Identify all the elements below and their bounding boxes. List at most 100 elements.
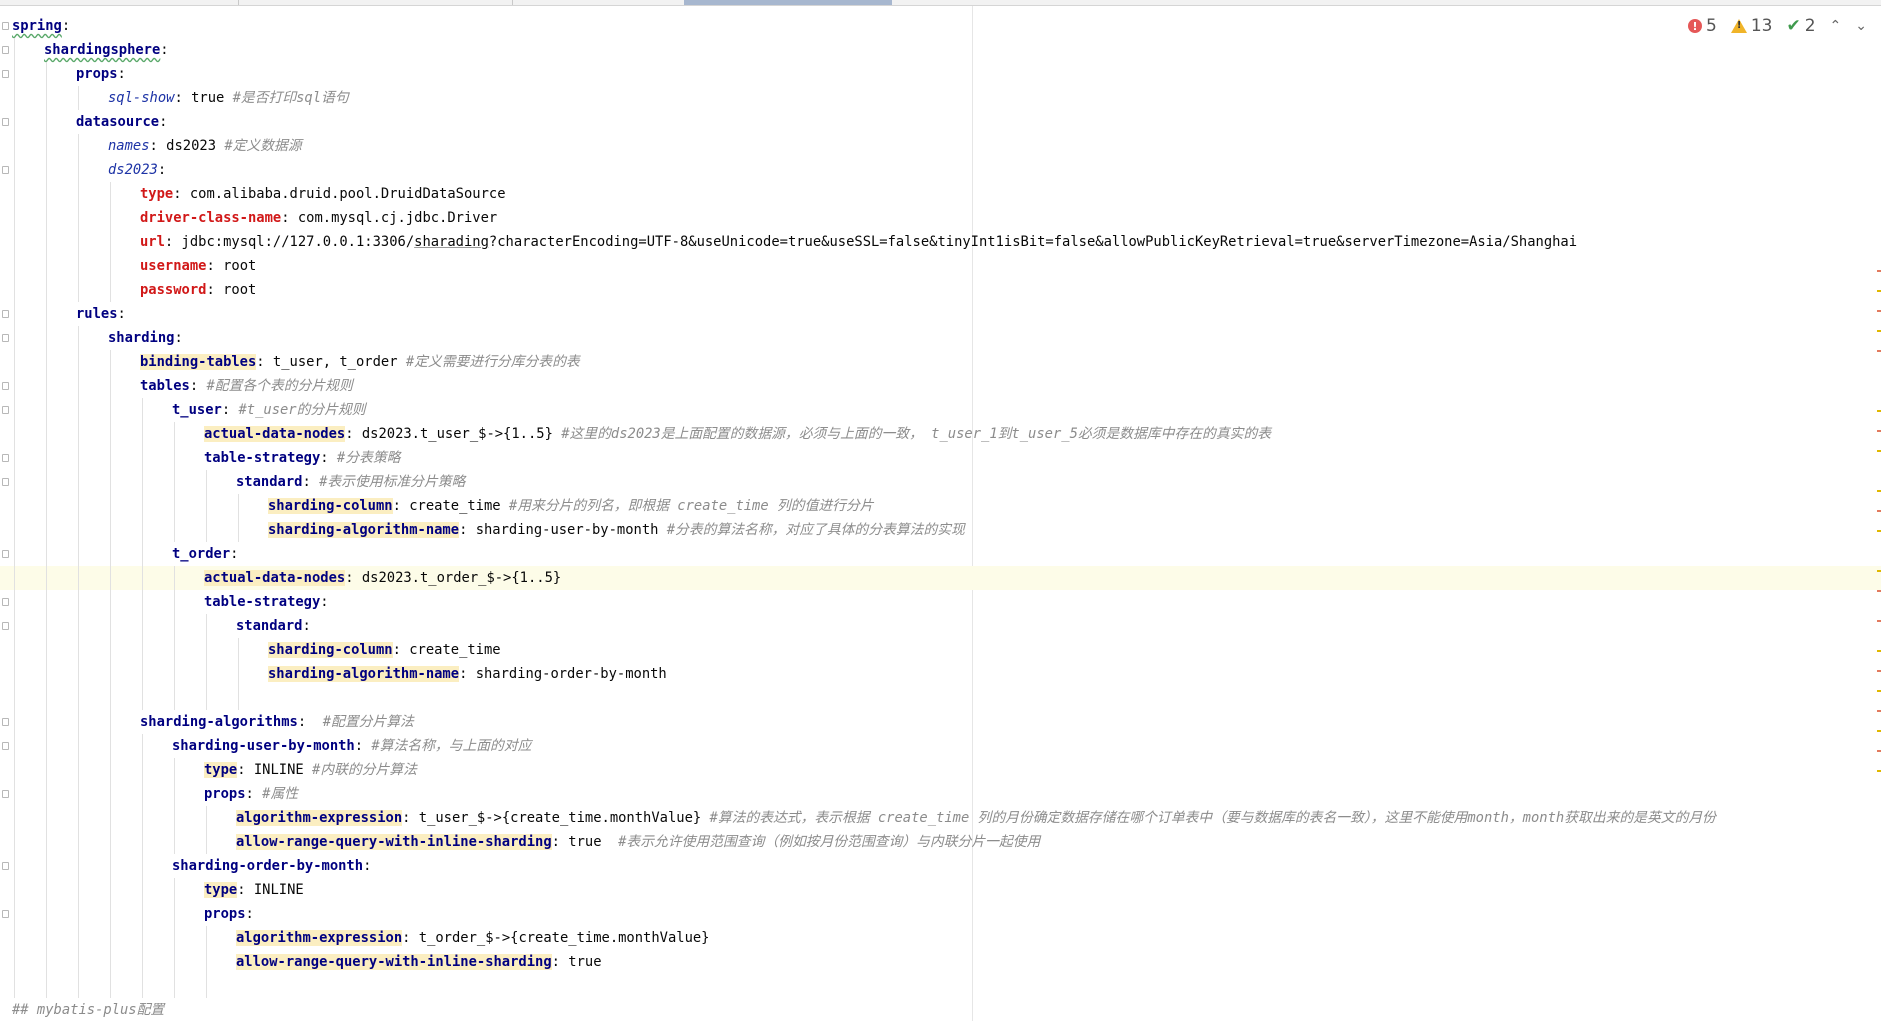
yaml-comment: #t_user的分片规则 [238,402,366,418]
yaml-punctuation: : [173,186,190,202]
code-line[interactable] [0,686,1881,710]
code-line[interactable]: sharding-user-by-month: #算法名称，与上面的对应 [0,734,1881,758]
code-line-text: type: INLINE #内联的分片算法 [204,758,417,782]
code-line[interactable]: datasource: [0,110,1881,134]
code-line[interactable]: algorithm-expression: t_user_$->{create_… [0,806,1881,830]
code-line[interactable]: rules: [0,302,1881,326]
code-line[interactable]: type: INLINE #内联的分片算法 [0,758,1881,782]
yaml-editor[interactable]: spring: shardingsphere: props: sql-show: tr… [0,14,1881,1022]
code-line[interactable]: sharding-order-by-month: [0,854,1881,878]
code-line[interactable]: shardingsphere: [0,38,1881,62]
code-line[interactable]: ## mybatis-plus配置 [0,998,1881,1022]
code-line[interactable]: ds2023: [0,158,1881,182]
yaml-punctuation: : [551,834,569,850]
yaml-key: sharding-order-by-month [172,858,364,874]
yaml-punctuation: : [174,330,183,346]
code-line-text: algorithm-expression: t_user_$->{create_… [236,806,1716,830]
yaml-punctuation: : [245,786,263,802]
yaml-value: create_time [409,498,509,514]
code-line[interactable]: actual-data-nodes: ds2023.t_user_$->{1..… [0,422,1881,446]
code-line[interactable]: actual-data-nodes: ds2023.t_order_$->{1.… [0,566,1881,590]
warning-stripe-mark[interactable] [1877,670,1881,672]
yaml-key: sharding-algorithm-name [268,522,460,538]
warning-stripe-mark[interactable] [1877,350,1881,352]
code-line[interactable]: type: com.alibaba.druid.pool.DruidDataSo… [0,182,1881,206]
code-line[interactable]: standard: #表示使用标准分片策略 [0,470,1881,494]
warning-stripe-mark[interactable] [1877,310,1881,312]
code-line[interactable]: sharding: [0,326,1881,350]
code-line[interactable]: type: INLINE [0,878,1881,902]
yaml-value: true [568,834,619,850]
code-line[interactable]: table-strategy: [0,590,1881,614]
yaml-punctuation: : [245,906,254,922]
tab-separator [512,0,513,5]
warning-stripe-mark[interactable] [1877,450,1881,452]
code-line[interactable]: sharding-algorithms: #配置分片算法 [0,710,1881,734]
code-line-text: ds2023: [108,158,166,182]
code-line[interactable]: sharding-column: create_time [0,638,1881,662]
code-line[interactable]: algorithm-expression: t_order_$->{create… [0,926,1881,950]
warning-stripe-mark[interactable] [1877,530,1881,532]
code-line[interactable]: props: [0,62,1881,86]
yaml-value: sharding-user-by-month [475,522,667,538]
yaml-punctuation: : [302,618,311,634]
code-line[interactable]: password: root [0,278,1881,302]
warning-stripe-mark[interactable] [1877,710,1881,712]
yaml-comment: #属性 [262,786,299,802]
yaml-key: sharding-column [268,498,393,514]
warning-stripe-mark[interactable] [1877,650,1881,652]
warning-stripe-mark[interactable] [1877,590,1881,592]
code-line[interactable] [0,974,1881,998]
yaml-key: shardingsphere [44,42,161,58]
code-line[interactable]: sharding-algorithm-name: sharding-user-b… [0,518,1881,542]
code-line[interactable]: props: [0,902,1881,926]
indent-guide [174,758,175,854]
code-line[interactable]: username: root [0,254,1881,278]
code-line[interactable]: allow-range-query-with-inline-sharding: … [0,830,1881,854]
code-line[interactable]: url: jdbc:mysql://127.0.0.1:3306/sharadi… [0,230,1881,254]
warning-stripe-mark[interactable] [1877,750,1881,752]
warning-stripe-mark[interactable] [1877,490,1881,492]
yaml-punctuation: : [117,66,126,82]
warning-stripe-mark[interactable] [1877,620,1881,622]
yaml-key: table-strategy [204,594,321,610]
warning-stripe-mark[interactable] [1877,570,1881,572]
yaml-punctuation: : [302,474,320,490]
warning-stripe-mark[interactable] [1877,510,1881,512]
code-line[interactable]: table-strategy: #分表策略 [0,446,1881,470]
yaml-key: sharding-algorithms [140,714,298,730]
code-line[interactable]: binding-tables: t_user, t_order #定义需要进行分… [0,350,1881,374]
yaml-comment: #是否打印sql语句 [232,90,349,106]
code-line[interactable]: allow-range-query-with-inline-sharding: … [0,950,1881,974]
code-line[interactable]: standard: [0,614,1881,638]
yaml-comment: #算法名称，与上面的对应 [371,738,532,754]
warning-stripe-mark[interactable] [1877,770,1881,772]
yaml-key: actual-data-nodes [204,426,346,442]
warning-stripe-mark[interactable] [1877,270,1881,272]
code-line-text: sharding-algorithm-name: sharding-order-… [268,662,667,686]
warning-stripe-mark[interactable] [1877,690,1881,692]
code-line[interactable]: t_order: [0,542,1881,566]
warning-stripe-mark[interactable] [1877,410,1881,412]
indent-guide [142,398,143,710]
code-line[interactable]: sharding-column: create_time #用来分片的列名，即根… [0,494,1881,518]
warning-stripe-mark[interactable] [1877,430,1881,432]
code-line[interactable]: t_user: #t_user的分片规则 [0,398,1881,422]
editor-tab-strip[interactable] [0,0,1881,6]
warning-stripe-mark[interactable] [1877,730,1881,732]
yaml-comment: ## mybatis-plus配置 [12,1002,165,1018]
code-line[interactable]: sharding-algorithm-name: sharding-order-… [0,662,1881,686]
code-line[interactable]: names: ds2023 #定义数据源 [0,134,1881,158]
code-line[interactable]: spring: [0,14,1881,38]
active-tab-indicator[interactable] [684,0,892,5]
code-line[interactable]: props: #属性 [0,782,1881,806]
warning-stripe-mark[interactable] [1877,330,1881,332]
code-line[interactable]: sql-show: true #是否打印sql语句 [0,86,1881,110]
code-line[interactable]: tables: #配置各个表的分片规则 [0,374,1881,398]
yaml-key: names [108,138,150,154]
warning-stripe-mark[interactable] [1877,290,1881,292]
yaml-punctuation: : [345,570,362,586]
yaml-punctuation: : [256,354,273,370]
yaml-value: com.mysql.cj.jdbc.Driver [297,210,498,226]
code-line[interactable]: driver-class-name: com.mysql.cj.jdbc.Dri… [0,206,1881,230]
